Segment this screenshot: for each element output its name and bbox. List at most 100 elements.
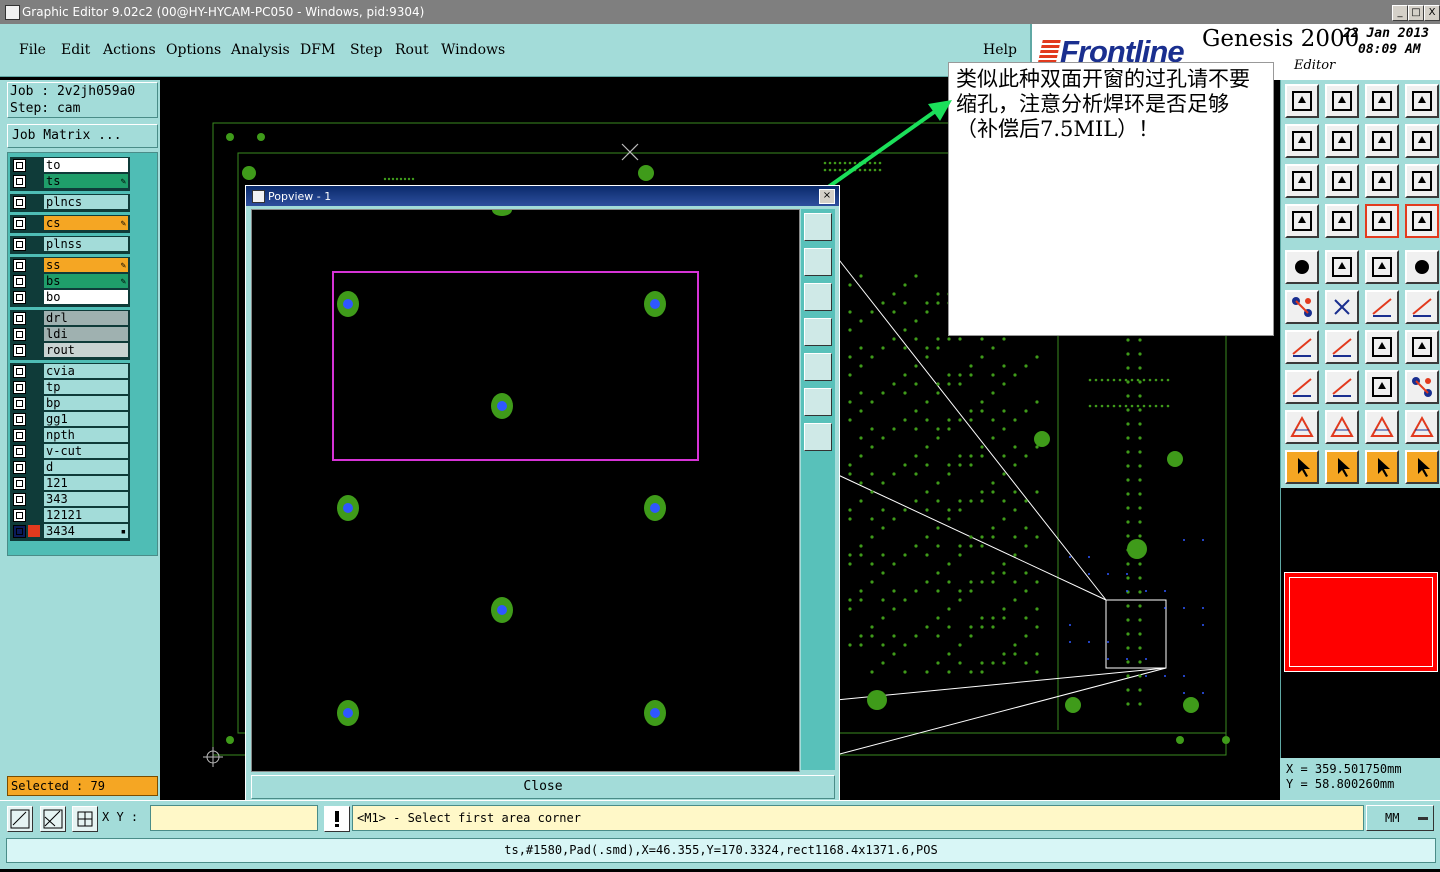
pv-pan-right-button[interactable] [804, 353, 832, 381]
layer-checkbox[interactable] [13, 525, 26, 538]
layer-row[interactable]: ldi [11, 327, 129, 342]
layer-row[interactable]: gg1 [11, 412, 129, 427]
layer-checkbox[interactable] [13, 175, 26, 188]
layer-row[interactable]: rout [11, 343, 129, 358]
layer-name[interactable]: 121 [44, 476, 128, 490]
layer-row[interactable]: 343 [11, 492, 129, 507]
xy-input[interactable] [150, 805, 318, 831]
move-left-icon[interactable] [1285, 124, 1319, 158]
pointer-shape-icon[interactable] [1365, 450, 1399, 484]
grid-view-icon[interactable] [1325, 204, 1359, 238]
layer-name[interactable]: bs ✎ [44, 274, 128, 288]
layer-checkbox[interactable] [13, 445, 26, 458]
pointer-wave-icon[interactable] [1405, 450, 1439, 484]
layer-checkbox[interactable] [13, 217, 26, 230]
point-icon[interactable] [1405, 290, 1439, 324]
fit-icon[interactable] [1285, 164, 1319, 198]
pad-select-icon[interactable] [1285, 250, 1319, 284]
layer-name[interactable]: ldi [44, 327, 128, 341]
layer-checkbox[interactable] [13, 365, 26, 378]
layer-checkbox[interactable] [13, 344, 26, 357]
box-point-icon[interactable] [1285, 370, 1319, 404]
layer-row[interactable]: cs ✎ [11, 216, 129, 231]
menu-file[interactable]: File [19, 42, 46, 58]
line-edit-icon[interactable] [1325, 330, 1359, 364]
layer-checkbox[interactable] [13, 413, 26, 426]
layer-checkbox[interactable] [13, 397, 26, 410]
layer-scan-icon[interactable] [1365, 204, 1399, 238]
layer-row[interactable]: bs ✎ [11, 274, 129, 289]
popview-canvas[interactable] [251, 204, 800, 772]
move-right-icon[interactable] [1325, 124, 1359, 158]
units-selector[interactable]: MM [1366, 805, 1434, 831]
popview-close-button[interactable]: Close [251, 775, 835, 799]
layer-row[interactable]: plncs [11, 195, 129, 210]
layer-name[interactable]: gg1 [44, 412, 128, 426]
ruler-icon[interactable] [1365, 250, 1399, 284]
menu-help[interactable]: Help [983, 42, 1017, 58]
triangle-icon[interactable] [1285, 410, 1319, 444]
layer-checkbox[interactable] [13, 429, 26, 442]
layer-checkbox[interactable] [13, 328, 26, 341]
undo-arrow-icon[interactable] [1365, 124, 1399, 158]
layer-name[interactable]: d [44, 460, 128, 474]
pv-zoom-in-button[interactable] [804, 388, 832, 416]
layer-checkbox[interactable] [13, 159, 26, 172]
pv-pan-down-button[interactable] [804, 283, 832, 311]
layer-checkbox[interactable] [13, 291, 26, 304]
layer-row[interactable]: drl [11, 311, 129, 326]
layer-name[interactable]: rout [44, 343, 128, 357]
layer-checkbox[interactable] [13, 275, 26, 288]
pointer-select-icon[interactable] [1325, 450, 1359, 484]
layer-checkbox[interactable] [13, 381, 26, 394]
layer-checkbox[interactable] [13, 196, 26, 209]
menu-analysis[interactable]: Analysis [231, 42, 290, 58]
peak-a-icon[interactable] [1365, 410, 1399, 444]
layer-name[interactable]: v-cut [44, 444, 128, 458]
layer-checkbox[interactable] [13, 461, 26, 474]
tools-icon[interactable] [1285, 204, 1319, 238]
layer-name[interactable]: cs ✎ [44, 216, 128, 230]
record-icon[interactable] [1405, 250, 1439, 284]
minimize-button[interactable]: _ [1392, 5, 1408, 21]
layer-row[interactable]: npth [11, 428, 129, 443]
popview-close-icon[interactable]: × [819, 189, 835, 204]
layer-name[interactable]: to [44, 158, 128, 172]
layer-name[interactable]: 3434 ▪ [44, 524, 128, 538]
layer-row[interactable]: cvia [11, 364, 129, 379]
layer-name[interactable]: ss ✎ [44, 258, 128, 272]
menu-dfm[interactable]: DFM [300, 42, 335, 58]
zoom-area-icon[interactable] [7, 806, 33, 832]
line-draw-icon[interactable] [1285, 330, 1319, 364]
close-window-button[interactable]: X [1424, 5, 1440, 21]
move-up-icon[interactable] [1285, 84, 1319, 118]
help-icon[interactable] [1405, 164, 1439, 198]
layer-name[interactable]: ts ✎ [44, 174, 128, 188]
layer-name[interactable]: 12121 [44, 508, 128, 522]
layer-name[interactable]: bp [44, 396, 128, 410]
node-link-icon[interactable] [1285, 290, 1319, 324]
layer-row[interactable]: to [11, 158, 129, 173]
layer-name[interactable]: bo [44, 290, 128, 304]
pv-zoom-home-button[interactable] [804, 213, 832, 241]
color-fill-icon[interactable] [1325, 250, 1359, 284]
job-matrix-button[interactable]: Job Matrix ... [7, 124, 158, 148]
layer-checkbox[interactable] [13, 259, 26, 272]
layer-row[interactable]: v-cut [11, 444, 129, 459]
layer-checkbox[interactable] [13, 238, 26, 251]
pointer-icon[interactable] [1285, 450, 1319, 484]
layer-checkbox[interactable] [13, 477, 26, 490]
layer-name[interactable]: 343 [44, 492, 128, 506]
layer-row[interactable]: tp [11, 380, 129, 395]
layer-name[interactable]: tp [44, 380, 128, 394]
cross-select-icon[interactable] [1325, 290, 1359, 324]
sign-icon[interactable] [1405, 124, 1439, 158]
layer-name[interactable]: plncs [44, 195, 128, 209]
peak-b-icon[interactable] [1405, 410, 1439, 444]
layer-checkbox[interactable] [13, 493, 26, 506]
menu-step[interactable]: Step [350, 42, 382, 58]
grid-icon[interactable] [72, 806, 98, 832]
layer-checkbox[interactable] [13, 509, 26, 522]
overview-panel[interactable] [1280, 488, 1440, 758]
overview-board[interactable] [1284, 572, 1438, 672]
